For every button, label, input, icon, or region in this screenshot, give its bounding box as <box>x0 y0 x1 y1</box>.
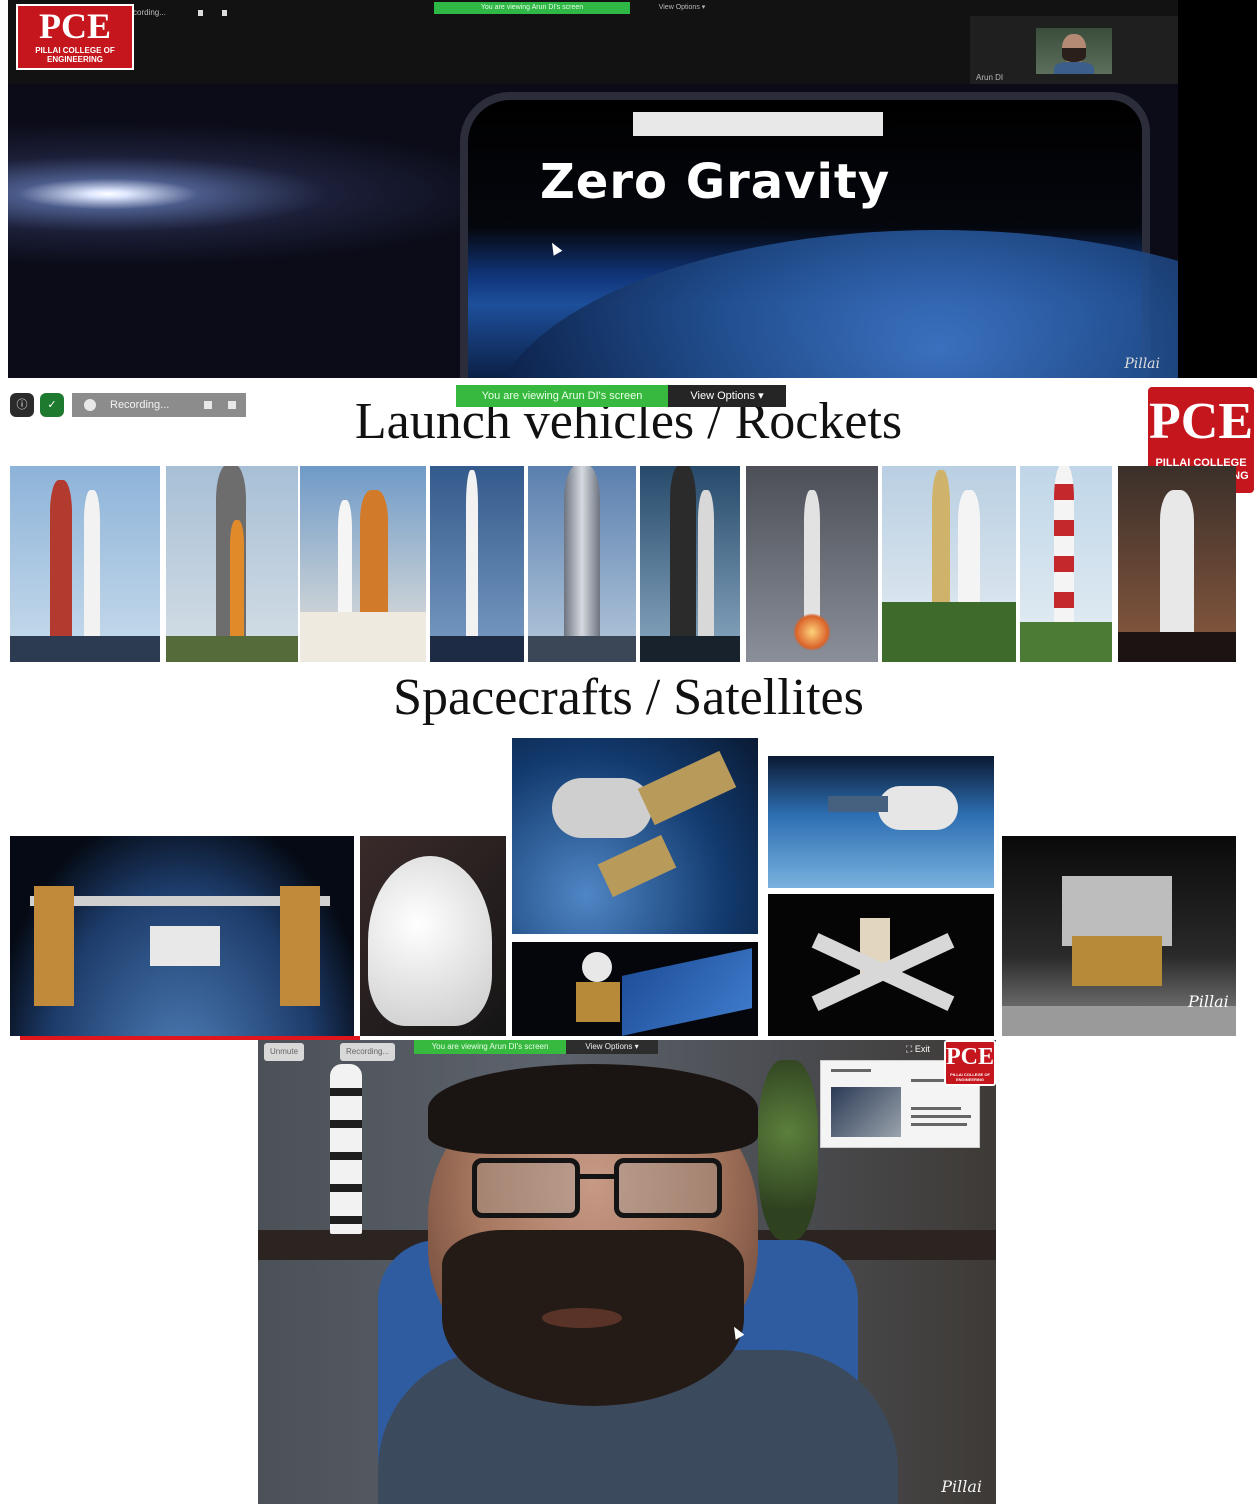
spacecraft-heading: Spacecrafts / Satellites <box>393 669 864 726</box>
spacecraft-image-iss <box>10 836 354 1036</box>
spacecraft-image-cargo-module <box>768 756 994 888</box>
panel-speaker-video: Unmute Recording... You are viewing Arun… <box>258 1040 996 1504</box>
pause-recording-icon[interactable] <box>198 10 203 16</box>
participant-name: Arun DI <box>976 73 1004 82</box>
spacecraft-image-satellite <box>512 942 758 1036</box>
rocket-image-soyuz-launch <box>746 466 878 662</box>
view-options-label: View Options <box>585 1042 633 1051</box>
view-options-button[interactable]: View Options ▾ <box>632 2 732 14</box>
plant <box>758 1060 818 1240</box>
screen-share-banner: You are viewing Arun DI's screen <box>434 2 630 14</box>
rocket-model <box>330 1064 362 1234</box>
rocket-image-pslv <box>1020 466 1112 662</box>
zero-gravity-slide: Zero Gravity Pillai <box>8 84 1178 378</box>
screen-share-banner: You are viewing Arun DI's screen <box>456 385 668 407</box>
pce-logo: PCE PILLAI COLLEGE OF ENGINEERING <box>16 4 134 70</box>
panel-launch-vehicles: ⓘ ✓ Recording... Launch vehicles / Rocke… <box>0 380 1257 1040</box>
view-options-button[interactable]: View Options ▾ <box>566 1040 658 1054</box>
pce-logo: PCE PILLAI COLLEGE OF ENGINEERING <box>944 1040 996 1086</box>
rocket-image-soyuz-tower <box>640 466 740 662</box>
station-truss-image <box>633 112 883 136</box>
panel-zero-gravity: cording... You are viewing Arun DI's scr… <box>8 0 1257 378</box>
logo-letters: PCE <box>946 1044 994 1070</box>
rocket-image-space-shuttle <box>300 466 426 662</box>
signature-watermark: Pillai <box>1188 992 1229 1011</box>
logo-letters: PCE <box>39 6 111 46</box>
rocket-image-falcon-9 <box>430 466 524 662</box>
black-side-margin <box>1178 0 1257 378</box>
recording-status: cording... <box>133 8 166 17</box>
unmute-label: Unmute <box>270 1047 299 1056</box>
document-photo <box>831 1087 901 1137</box>
logo-letters: PCE <box>1149 393 1253 450</box>
signature-watermark: Pillai <box>941 1477 982 1496</box>
stop-recording-icon[interactable] <box>222 10 227 16</box>
exit-label: Exit <box>914 1044 930 1054</box>
exit-fullscreen-button[interactable]: ⛶ Exit <box>906 1044 930 1055</box>
spacecraft-image-crew-dragon <box>360 836 506 1036</box>
earth-image <box>488 230 1178 378</box>
spacecraft-image-soyuz <box>512 738 758 934</box>
rocket-image-sls <box>166 466 298 662</box>
meeting-toolbar: cording... You are viewing Arun DI's scr… <box>8 0 1178 84</box>
glasses-left-lens <box>472 1158 580 1218</box>
speaker-mouth <box>542 1308 622 1328</box>
signature-watermark: Pillai <box>1124 356 1160 372</box>
view-options-button[interactable]: View Options ▾ <box>668 385 786 407</box>
rocket-image-starship <box>528 466 636 662</box>
rocket-image-gslv <box>1118 466 1236 662</box>
screen-share-banner: You are viewing Arun DI's screen <box>414 1040 566 1054</box>
speaker-hair <box>428 1064 758 1154</box>
participant-video-thumbnail[interactable]: Arun DI <box>970 16 1178 84</box>
spacecraft-image-skylab <box>768 894 994 1036</box>
rocket-image-saturn-v <box>10 466 160 662</box>
rocket-image-ariane <box>882 466 1016 662</box>
station-window-image <box>460 92 1178 378</box>
glasses-right-lens <box>614 1158 722 1218</box>
view-options-label: View Options <box>658 4 700 11</box>
unmute-button[interactable]: Unmute <box>264 1043 305 1061</box>
logo-college-name: PILLAI COLLEGE OF ENGINEERING <box>950 1072 990 1082</box>
glasses-bridge <box>580 1174 614 1179</box>
participant-video <box>1036 28 1112 74</box>
slide-title: Zero Gravity <box>540 154 891 210</box>
recording-status: Recording... <box>346 1047 390 1056</box>
view-options-label: View Options <box>690 390 756 402</box>
recording-indicator: Recording... <box>340 1043 396 1061</box>
logo-college-name: PILLAI COLLEGE OF ENGINEERING <box>35 46 115 64</box>
